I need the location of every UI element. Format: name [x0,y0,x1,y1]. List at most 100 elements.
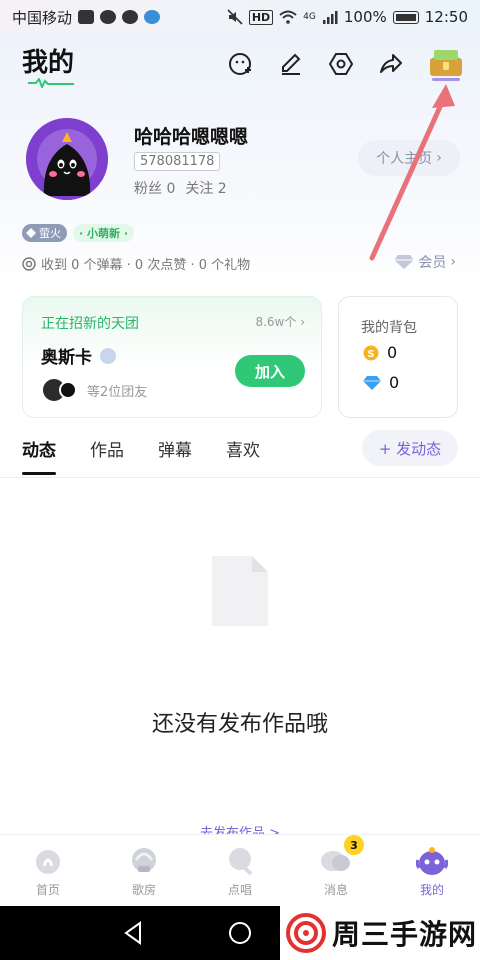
blue-diamond-icon [363,375,381,390]
mute-icon [227,9,243,25]
svg-text:S: S [367,349,374,360]
team-recruit-card[interactable]: 正在招新的天团 8.6w个 › 奥斯卡 加入 等2位团友 [22,296,322,418]
team-name-label: 奥斯卡 [41,348,92,368]
chat-bubble-icon [122,10,139,24]
received-stats-text: 收到 0 个弹幕 · 0 次点赞 · 0 个礼物 [41,258,251,273]
join-team-button[interactable]: 加入 [235,355,305,387]
treasure-chest-icon [430,50,462,81]
tab-danmaku[interactable]: 弹幕 [158,436,192,475]
wechat-icon [100,10,117,24]
message-badge: 3 [344,835,364,855]
nav-messages-label: 消息 [323,883,348,897]
member-avatar [59,381,77,399]
nav-home-label: 首页 [35,883,60,897]
share-icon [380,54,402,73]
team-level-icon [100,347,116,364]
go-publish-link[interactable]: 去发布作品 > [0,822,480,834]
team-recruit-heading: 正在招新的天团 [41,316,139,332]
bottom-nav: 首页 歌房 点唱 3 消息 我的 [0,834,480,906]
fans-count[interactable]: 粉丝 0 [134,178,175,198]
title-row: 我的 [0,34,480,94]
chevron-right-icon: › [450,254,456,270]
nav-song-room[interactable]: 歌房 [96,835,192,906]
add-friend-button[interactable] [226,49,256,79]
user-id-badge: 578081178 [134,152,221,171]
avatar-cat-icon [26,118,108,200]
watermark-logo-icon [286,913,326,953]
battery-icon [392,10,419,24]
share-button[interactable] [376,49,406,79]
firefly-badge-label: 萤火 [39,227,61,240]
edit-button[interactable] [276,49,306,79]
username: 哈哈哈嗯嗯嗯 [134,126,249,148]
badge-row: 萤火 · 小萌新 · [22,224,135,242]
my-bag-card[interactable]: 我的背包 S 0 0 [338,296,458,418]
nav-request-label: 点唱 [227,883,252,897]
carrier-label: 中国移动 [12,8,73,27]
tab-dynamics[interactable]: 动态 [22,436,56,475]
home-system-button[interactable] [227,920,253,946]
stats-icon [22,256,36,271]
signal-icon [322,11,338,24]
bag-title: 我的背包 [361,320,417,336]
empty-state-message: 还没有发布作品哦 [151,712,328,737]
back-triangle-icon [124,921,141,945]
request-icon [223,845,257,877]
watermark: 周三手游网 [280,906,480,960]
song-room-icon [127,845,161,877]
following-count[interactable]: 关注 2 [185,178,226,198]
weather-icon [144,10,161,24]
nav-song-room-label: 歌房 [131,883,156,897]
nav-messages[interactable]: 3 消息 [288,835,384,906]
nav-home[interactable]: 首页 [0,835,96,906]
add-friend-icon [229,53,251,75]
team-count[interactable]: 8.6w个 › [255,313,305,330]
settings-icon [328,53,354,75]
back-button[interactable] [120,920,146,946]
nav-mine-label: 我的 [419,883,444,897]
diamond-icon [394,255,415,269]
diamond-row: 0 [363,373,399,392]
nav-mine[interactable]: 我的 [384,835,480,906]
battery-percent: 100% [343,8,387,26]
edit-icon [282,53,301,75]
settings-button[interactable] [326,49,356,79]
firefly-icon [26,228,36,238]
status-bar: 中国移动 HD 4G 100% 12:50 [0,0,480,34]
homepage-label: 个人主页 [376,151,433,167]
vip-link[interactable]: 会员 › [394,252,456,272]
clock: 12:50 [424,8,468,26]
home-icon [31,845,65,877]
received-stats: 收到 0 个弹幕 · 0 次点赞 · 0 个礼物 [22,254,250,273]
coin-icon: S [363,345,379,360]
content-tabs: 动态 作品 弹幕 喜欢 [22,436,260,475]
wifi-icon [279,10,297,24]
team-members: 等2位团友 [41,377,147,403]
diamond-count: 0 [389,373,400,392]
home-circle-icon [229,922,251,944]
team-name: 奥斯卡 [41,343,116,368]
personal-homepage-button[interactable]: 个人主页 › [358,140,460,176]
treasure-chest-button[interactable] [426,46,466,82]
app-notification-icon [78,10,95,24]
vip-label: 会员 [418,255,447,271]
chevron-right-icon: › [436,150,442,166]
divider [0,477,480,478]
firefly-badge[interactable]: 萤火 [22,224,67,242]
tab-works[interactable]: 作品 [90,436,124,475]
empty-document-icon [212,556,268,626]
nav-request[interactable]: 点唱 [192,835,288,906]
page-title: 我的 [22,48,75,78]
newbie-badge[interactable]: · 小萌新 · [73,224,135,242]
network-type: 4G [303,12,316,22]
title-wave-icon [28,78,74,88]
watermark-text: 周三手游网 [332,918,478,951]
tab-likes[interactable]: 喜欢 [226,436,260,475]
follow-stats: 粉丝 0 关注 2 [134,178,227,198]
post-dynamic-button[interactable]: + 发动态 [362,430,458,466]
mine-icon [415,845,449,877]
coin-row: S 0 [363,343,397,362]
hd-indicator: HD [248,9,274,25]
avatar[interactable] [26,118,108,200]
members-text: 等2位团友 [87,384,148,400]
